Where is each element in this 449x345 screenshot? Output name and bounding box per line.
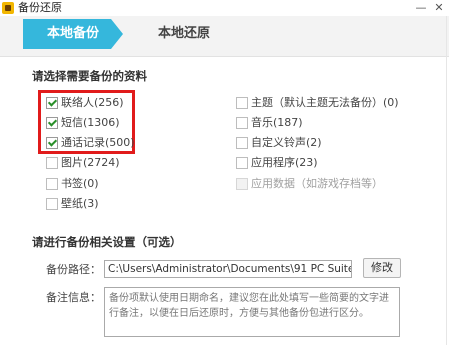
ringtones-checkbox[interactable] — [236, 137, 248, 149]
item-bookmarks[interactable]: 书签(0) — [46, 177, 99, 191]
window-border — [446, 16, 447, 345]
app-data-label: 应用数据（如游戏存档等） — [251, 177, 383, 190]
contacts-label: 联络人(256) — [61, 96, 124, 109]
wallpaper-checkbox[interactable] — [46, 198, 58, 210]
apps-checkbox[interactable] — [236, 157, 248, 169]
modify-path-button[interactable]: 修改 — [363, 258, 401, 278]
minimize-button[interactable]: — — [412, 0, 430, 16]
music-checkbox[interactable] — [236, 117, 248, 129]
item-ringtones[interactable]: 自定义铃声(2) — [236, 136, 322, 150]
bookmarks-label: 书签(0) — [61, 177, 99, 190]
wallpaper-label: 壁纸(3) — [61, 197, 99, 210]
backup-data-section-title: 请选择需要备份的资料 — [32, 69, 147, 83]
item-call-log[interactable]: 通话记录(500) — [46, 136, 135, 150]
theme-checkbox[interactable] — [236, 97, 248, 109]
close-button[interactable]: ✕ — [430, 0, 448, 16]
backup-path-field[interactable]: C:\Users\Administrator\Documents\91 PC S… — [104, 260, 352, 278]
app-icon — [2, 2, 14, 14]
bookmarks-checkbox[interactable] — [46, 178, 58, 190]
title-bar: 备份还原 — ✕ — [0, 0, 449, 16]
item-pictures[interactable]: 图片(2724) — [46, 156, 120, 170]
apps-label: 应用程序(23) — [251, 156, 318, 169]
item-apps[interactable]: 应用程序(23) — [236, 156, 318, 170]
pictures-label: 图片(2724) — [61, 156, 120, 169]
call-log-label: 通话记录(500) — [61, 136, 135, 149]
backup-path-label: 备份路径： — [46, 263, 101, 276]
tab-local-restore[interactable]: 本地还原 — [158, 26, 210, 42]
item-wallpaper[interactable]: 壁纸(3) — [46, 197, 99, 211]
sms-checkbox[interactable] — [46, 117, 58, 129]
item-app-data: 应用数据（如游戏存档等） — [236, 177, 383, 191]
theme-label: 主题（默认主题无法备份）(0) — [251, 96, 399, 109]
contacts-checkbox[interactable] — [46, 97, 58, 109]
music-label: 音乐(187) — [251, 116, 303, 129]
note-label: 备注信息： — [46, 291, 101, 304]
item-contacts[interactable]: 联络人(256) — [46, 96, 124, 110]
pictures-checkbox[interactable] — [46, 157, 58, 169]
call-log-checkbox[interactable] — [46, 137, 58, 149]
settings-section-title: 请进行备份相关设置（可选） — [32, 235, 182, 249]
note-textarea[interactable]: 备份项默认使用日期命名，建议您在此处填写一些简要的文字进行备注，以便在日后还原时… — [104, 287, 400, 337]
sms-label: 短信(1306) — [61, 116, 120, 129]
item-sms[interactable]: 短信(1306) — [46, 116, 120, 130]
item-theme[interactable]: 主题（默认主题无法备份）(0) — [236, 96, 399, 110]
window-title: 备份还原 — [18, 1, 62, 14]
item-music[interactable]: 音乐(187) — [236, 116, 303, 130]
app-data-checkbox — [236, 178, 248, 190]
ringtones-label: 自定义铃声(2) — [251, 136, 322, 149]
tab-local-backup[interactable]: 本地备份 — [23, 19, 123, 49]
